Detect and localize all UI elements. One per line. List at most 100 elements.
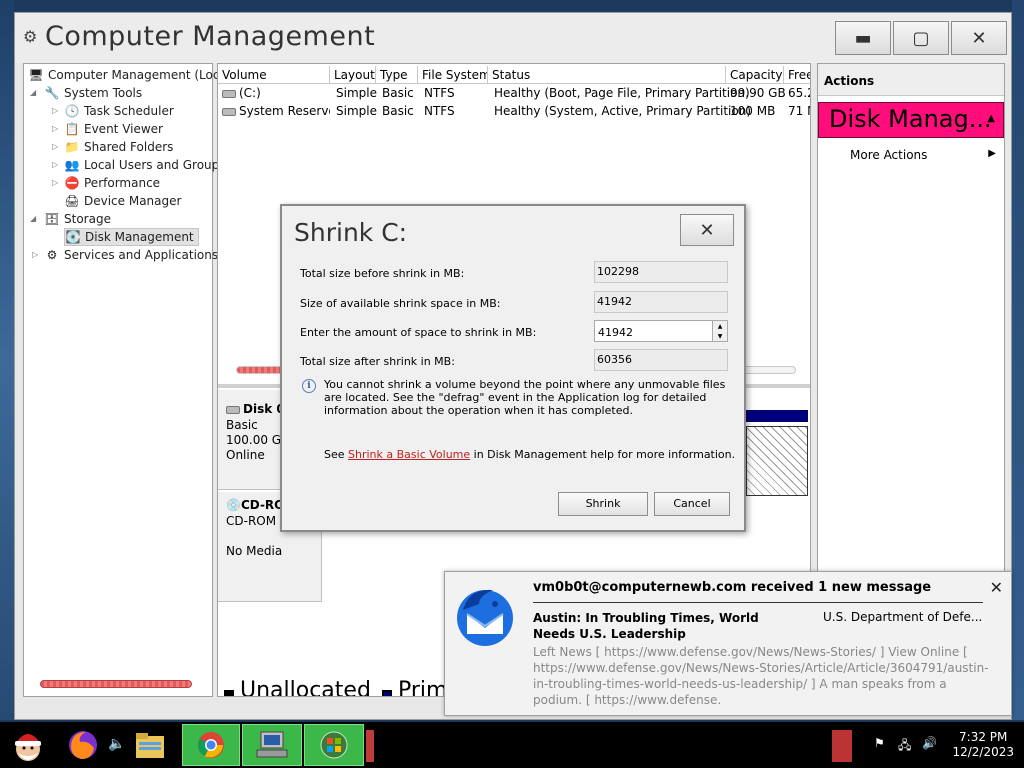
volume-cell: (C:) <box>222 86 330 100</box>
tree-item-device-manager[interactable]: 🖨 Device Manager <box>64 192 181 210</box>
volume-cell: System Reserved <box>222 104 330 118</box>
close-button[interactable]: ✕ <box>951 21 1007 55</box>
collapse-caret-icon[interactable]: ▲ <box>987 113 995 124</box>
close-icon: ✕ <box>971 27 987 49</box>
minimize-icon: ▬ <box>854 27 872 49</box>
tree-item-root[interactable]: 🖥 Computer Management (Local <box>28 66 230 84</box>
shrink-button[interactable]: Shrink <box>558 492 648 516</box>
tree-item-label: Performance <box>84 176 161 190</box>
performance-icon: ⛔ <box>64 176 80 190</box>
volume-name: System Reserved <box>239 104 330 118</box>
expand-arrow-icon[interactable]: ◢ <box>30 88 36 97</box>
tree-item-label: Storage <box>64 212 111 226</box>
taskbar-disk-tool[interactable] <box>304 724 364 766</box>
cdrom-status: No Media <box>226 544 283 558</box>
type-cell: Basic <box>382 86 414 100</box>
notification-sender: U.S. Department of Defe... <box>823 610 983 624</box>
tree-item-event-viewer[interactable]: 📋 Event Viewer <box>64 120 163 138</box>
dialog-close-button[interactable]: ✕ <box>680 214 734 246</box>
speaker-quicklaunch-icon[interactable]: 🔈 <box>108 736 125 752</box>
tree-item-label: Local Users and Groups <box>84 158 226 172</box>
spin-down-icon[interactable]: ▼ <box>718 333 723 340</box>
disk-icon: 💽 <box>65 230 81 244</box>
thunderbird-icon <box>457 589 513 646</box>
collapsed-arrow-icon[interactable]: ▷ <box>52 106 58 115</box>
capacity-cell: 100 MB <box>730 104 776 118</box>
collapsed-arrow-icon[interactable]: ▷ <box>52 124 58 133</box>
collapsed-arrow-icon[interactable]: ▷ <box>52 160 58 169</box>
tree-horizontal-scrollbar[interactable] <box>40 680 192 688</box>
tree-item-task-scheduler[interactable]: 🕓 Task Scheduler <box>64 102 174 120</box>
column-header-volume[interactable]: Volume <box>218 66 330 84</box>
minimize-button[interactable]: ▬ <box>835 21 891 55</box>
status-cell: Healthy (System, Active, Primary Partiti… <box>494 104 752 118</box>
column-header-layout[interactable]: Layout <box>330 66 376 84</box>
free-cell: 71 M <box>788 104 810 118</box>
event-viewer-icon: 📋 <box>64 122 80 136</box>
disk0-name: Disk 0 <box>243 402 285 416</box>
clock-date: 12/2/2023 <box>952 745 1014 759</box>
notification-title: vm0b0t@computernewb.com received 1 new m… <box>533 580 932 595</box>
tree-item-label: Disk Management <box>85 230 194 244</box>
tree-item-disk-management[interactable]: 💽 Disk Management <box>64 228 199 246</box>
column-header-capacity[interactable]: Capacity <box>726 66 784 84</box>
action-center-flag-icon[interactable]: ⚑ <box>874 736 885 750</box>
volume-icon[interactable]: 🔊 <box>922 736 937 750</box>
collapsed-arrow-icon[interactable]: ▷ <box>52 178 58 187</box>
tree-item-system-tools[interactable]: 🔧 System Tools <box>44 84 143 102</box>
notification-divider <box>533 602 983 603</box>
column-header-type[interactable]: Type <box>376 66 418 84</box>
tree-item-storage[interactable]: 🗄 Storage <box>44 210 111 228</box>
tree-item-performance[interactable]: ⛔ Performance <box>64 174 161 192</box>
network-icon[interactable]: 🖧 <box>898 736 911 757</box>
taskbar-firefox[interactable] <box>60 724 106 766</box>
legend-primary-swatch <box>382 690 392 696</box>
spin-up-icon[interactable]: ▲ <box>718 323 723 330</box>
taskbar-show-hidden[interactable] <box>832 730 852 762</box>
title-bar[interactable]: ⚙ Computer Management ▬ ▢ ✕ <box>15 13 1011 63</box>
total-before-value: 102298 <box>594 261 728 283</box>
taskbar-chrome[interactable] <box>182 724 240 766</box>
tree-item-services[interactable]: ⚙ Services and Applications <box>44 246 219 264</box>
notification-subject: Austin: In Troubling Times, World Needs … <box>533 611 759 641</box>
taskbar-explorer[interactable] <box>130 724 170 766</box>
notification-body: Left News [ https://www.defense.gov/News… <box>533 645 989 707</box>
column-header-free[interactable]: Free <box>784 66 810 84</box>
tree-item-label: System Tools <box>64 86 143 100</box>
start-button[interactable] <box>4 724 52 766</box>
cdrom-icon: 💿 <box>226 498 241 512</box>
partition-block[interactable] <box>746 426 808 496</box>
shared-folder-icon: 📁 <box>64 140 80 154</box>
cancel-button[interactable]: Cancel <box>654 492 730 516</box>
maximize-button[interactable]: ▢ <box>893 21 949 55</box>
taskbar-computer-management[interactable] <box>242 724 302 766</box>
column-header-status[interactable]: Status <box>488 66 726 84</box>
actions-disk-management[interactable]: Disk Manag... ▲ <box>818 102 1004 138</box>
total-after-value: 60356 <box>594 349 728 371</box>
drive-icon <box>222 107 236 116</box>
tree-item-local-users[interactable]: 👥 Local Users and Groups <box>64 156 226 174</box>
window-title: Computer Management <box>45 21 376 52</box>
taskbar-clock[interactable]: 7:32 PM 12/2/2023 <box>952 730 1014 760</box>
tree-item-shared-folders[interactable]: 📁 Shared Folders <box>64 138 174 156</box>
collapsed-arrow-icon[interactable]: ▷ <box>52 142 58 151</box>
column-header-file-system[interactable]: File System <box>418 66 488 84</box>
cdrom-name: CD-RO <box>240 498 285 512</box>
mail-notification[interactable]: vm0b0t@computernewb.com received 1 new m… <box>444 571 1012 716</box>
disk0-status: Online <box>226 448 265 462</box>
tools-icon: 🔧 <box>44 86 60 100</box>
desktop-background-right <box>1012 0 1024 720</box>
shrink-amount-input[interactable] <box>594 320 728 342</box>
more-actions-item[interactable]: More Actions <box>850 148 927 162</box>
file-system-cell: NTFS <box>424 86 455 100</box>
computer-icon: 🖥 <box>28 68 44 82</box>
taskbar: 🔈 ⚑ 🖧 🔊 7:32 PM 12/2/2023 <box>0 722 1024 768</box>
shrink-help-link[interactable]: Shrink a Basic Volume <box>348 448 470 461</box>
clock-icon: 🕓 <box>64 104 80 118</box>
shrink-amount-spinner[interactable]: ▲ ▼ <box>712 320 728 342</box>
tree-item-label: Device Manager <box>84 194 182 208</box>
notification-close-icon[interactable]: ✕ <box>990 578 1003 597</box>
tree-item-label: Services and Applications <box>64 248 219 262</box>
collapsed-arrow-icon[interactable]: ▷ <box>32 250 38 259</box>
expand-arrow-icon[interactable]: ◢ <box>30 214 36 223</box>
